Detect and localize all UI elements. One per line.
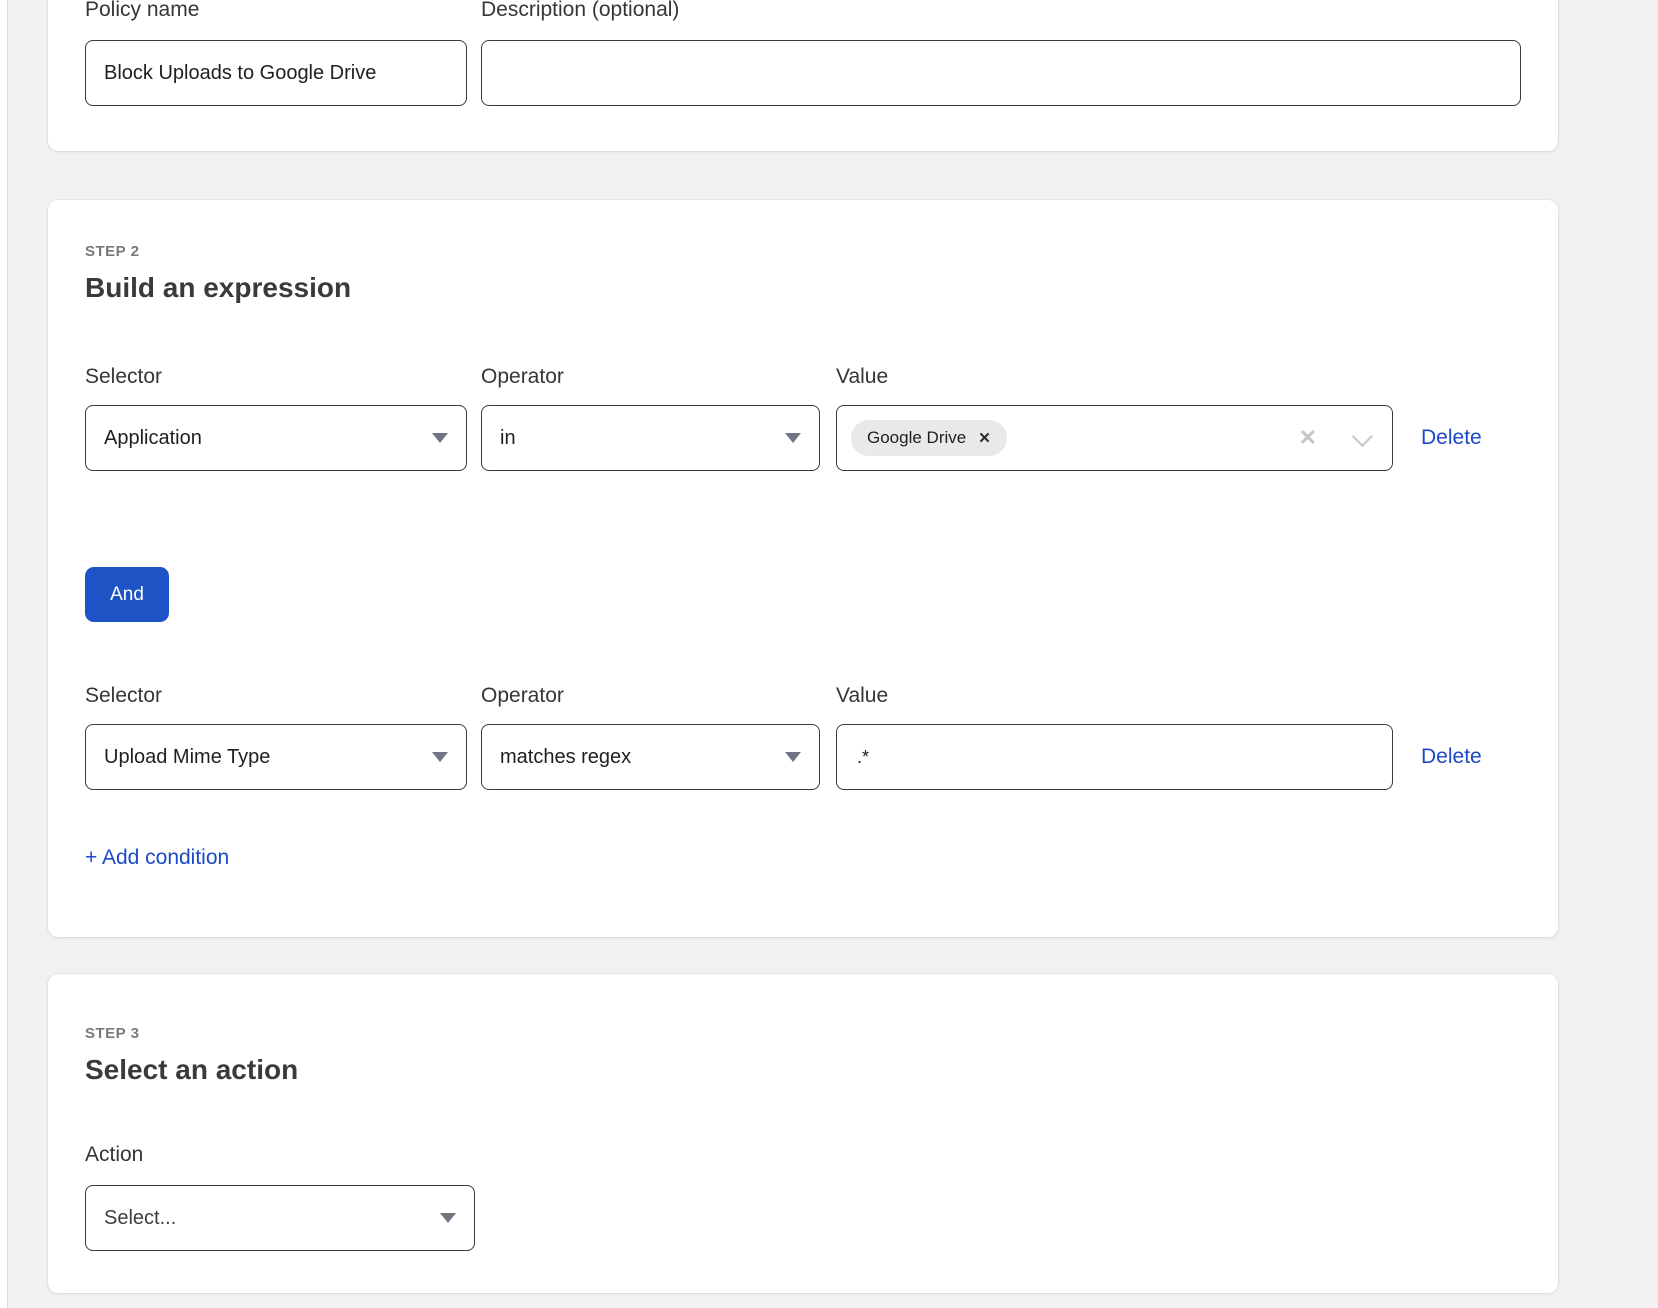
condition1-operator-label: Operator xyxy=(481,365,820,389)
condition2-value-label: Value xyxy=(836,684,1393,708)
condition2-selector-dropdown[interactable]: Upload Mime Type xyxy=(85,724,467,790)
dropdown-caret-icon xyxy=(432,752,448,762)
condition2-value-input[interactable] xyxy=(836,724,1393,790)
policy-builder-content: Policy name Description (optional) STEP … xyxy=(48,0,1558,1293)
condition2-value-wrap xyxy=(836,724,1393,790)
policy-name-label: Policy name xyxy=(85,0,467,22)
step2-title: Build an expression xyxy=(85,273,1521,303)
and-connector-button[interactable]: And xyxy=(85,567,169,622)
add-condition-link[interactable]: + Add condition xyxy=(85,846,229,870)
condition1-value-multiselect[interactable]: Google Drive ✕ ✕ xyxy=(836,405,1393,471)
step2-label: STEP 2 xyxy=(85,244,1521,259)
tag-remove-icon[interactable]: ✕ xyxy=(978,431,991,446)
policy-fields-row: Policy name Description (optional) xyxy=(85,0,1521,106)
dropdown-caret-icon xyxy=(785,752,801,762)
clear-selection-icon[interactable]: ✕ xyxy=(1299,427,1317,449)
condition2-operator-label: Operator xyxy=(481,684,820,708)
condition2-operator-value: matches regex xyxy=(500,746,631,769)
step3-title: Select an action xyxy=(85,1055,1521,1085)
select-action-card: STEP 3 Select an action Action Select... xyxy=(48,974,1558,1293)
action-dropdown[interactable]: Select... xyxy=(85,1185,475,1251)
condition1-labels-row: Selector Operator Value xyxy=(85,365,1521,405)
condition2-operator-dropdown[interactable]: matches regex xyxy=(481,724,820,790)
policy-name-input[interactable] xyxy=(85,40,467,106)
chevron-down-icon[interactable] xyxy=(1352,425,1373,446)
condition1-operator-dropdown[interactable]: in xyxy=(481,405,820,471)
condition2-selector-value: Upload Mime Type xyxy=(104,746,270,769)
policy-name-field-group: Policy name xyxy=(85,0,467,106)
left-rail xyxy=(0,0,8,1308)
dropdown-caret-icon xyxy=(440,1213,456,1223)
condition1-selector-dropdown[interactable]: Application xyxy=(85,405,467,471)
description-field-group: Description (optional) xyxy=(481,0,1521,106)
description-input[interactable] xyxy=(481,40,1521,106)
condition1-controls-row: Application in Google Drive ✕ ✕ Delete xyxy=(85,405,1521,471)
policy-details-card: Policy name Description (optional) xyxy=(48,0,1558,151)
dropdown-caret-icon xyxy=(432,433,448,443)
condition2-delete-link[interactable]: Delete xyxy=(1421,745,1482,769)
value-tag: Google Drive ✕ xyxy=(851,420,1007,456)
step3-label: STEP 3 xyxy=(85,1026,1521,1041)
condition1-selector-value: Application xyxy=(104,427,202,450)
action-dropdown-value: Select... xyxy=(104,1207,176,1230)
build-expression-card: STEP 2 Build an expression Selector Oper… xyxy=(48,200,1558,937)
value-tag-text: Google Drive xyxy=(867,428,966,448)
condition2-labels-row: Selector Operator Value xyxy=(85,684,1521,724)
condition1-delete-link[interactable]: Delete xyxy=(1421,426,1482,450)
condition2-selector-label: Selector xyxy=(85,684,467,708)
condition2-controls-row: Upload Mime Type matches regex Delete xyxy=(85,724,1521,790)
condition1-operator-value: in xyxy=(500,427,516,450)
condition1-selector-label: Selector xyxy=(85,365,467,389)
dropdown-caret-icon xyxy=(785,433,801,443)
multiselect-icons: ✕ xyxy=(1299,427,1372,449)
condition1-value-label: Value xyxy=(836,365,1393,389)
description-label: Description (optional) xyxy=(481,0,1521,22)
action-label: Action xyxy=(85,1143,1521,1167)
